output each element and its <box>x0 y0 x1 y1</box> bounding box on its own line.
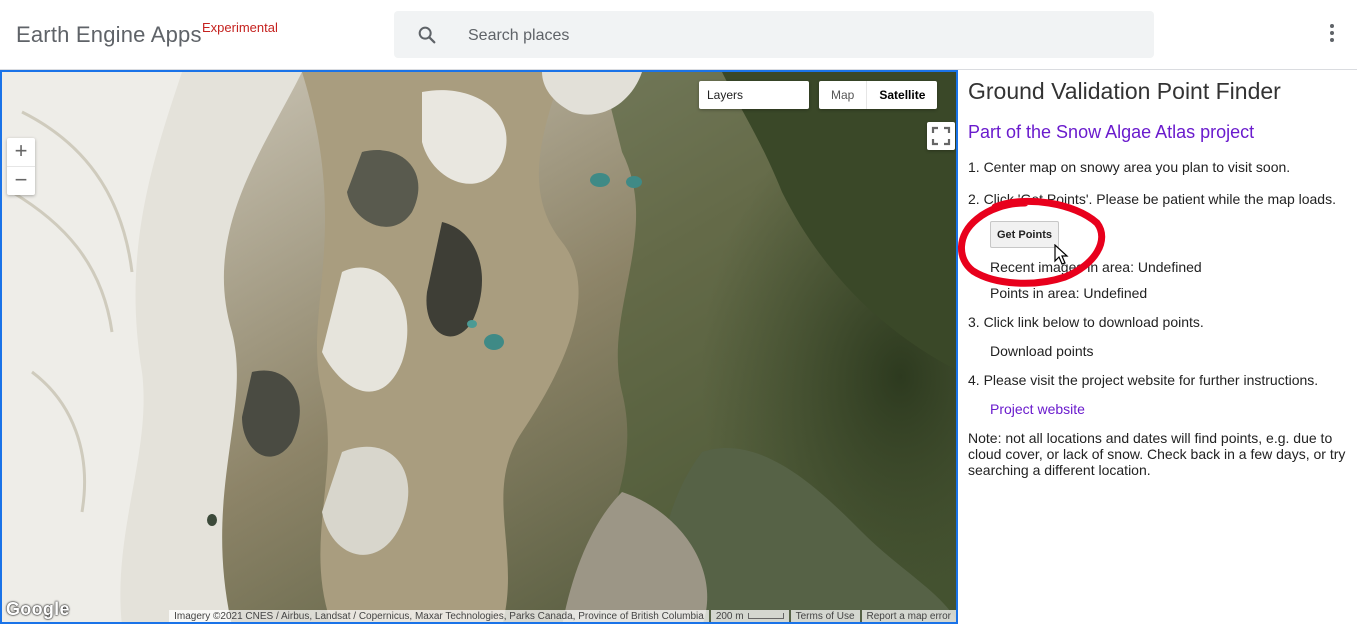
fullscreen-button[interactable] <box>927 122 955 150</box>
recent-images-status: Recent images in area: Undefined <box>990 259 1202 275</box>
more-vert-icon[interactable] <box>1322 24 1342 46</box>
snow-algae-atlas-link[interactable]: Part of the Snow Algae Atlas project <box>968 122 1254 143</box>
search-icon[interactable] <box>416 24 438 46</box>
map-attribution: Imagery ©2021 CNES / Airbus, Landsat / C… <box>167 610 956 622</box>
project-website-link[interactable]: Project website <box>990 401 1085 417</box>
step-3-text: 3. Click link below to download points. <box>968 314 1204 330</box>
side-panel: Ground Validation Point Finder Part of t… <box>960 70 1357 624</box>
layers-dropdown[interactable]: Layers <box>699 81 809 109</box>
experimental-badge: Experimental <box>202 20 278 35</box>
zoom-control: + − <box>7 138 35 195</box>
download-points-link[interactable]: Download points <box>990 343 1094 359</box>
step-2-text: 2. Click 'Get Points'. Please be patient… <box>968 191 1336 207</box>
zoom-out-button[interactable]: − <box>7 167 35 195</box>
note-text: Note: not all locations and dates will f… <box>968 430 1346 478</box>
report-map-error-link[interactable]: Report a map error <box>861 610 956 622</box>
points-in-area-status: Points in area: Undefined <box>990 285 1148 301</box>
fullscreen-icon <box>931 126 951 146</box>
scale-label: 200 m <box>715 611 744 622</box>
step-1-text: 1. Center map on snowy area you plan to … <box>968 159 1291 175</box>
app-brand[interactable]: Earth Engine Apps <box>16 22 202 48</box>
scale-indicator[interactable]: 200 m <box>710 610 789 622</box>
get-points-button[interactable]: Get Points <box>990 221 1059 248</box>
satellite-imagery[interactable] <box>2 72 958 624</box>
zoom-in-button[interactable]: + <box>7 138 35 167</box>
terms-of-use-link[interactable]: Terms of Use <box>790 610 860 622</box>
imagery-attribution: Imagery ©2021 CNES / Airbus, Landsat / C… <box>169 610 709 622</box>
search-input[interactable] <box>466 11 1130 60</box>
map-type-satellite-button[interactable]: Satellite <box>867 81 937 109</box>
app-header: Earth Engine Apps Experimental <box>0 0 1357 70</box>
map-type-map-button[interactable]: Map <box>819 81 868 109</box>
panel-title: Ground Validation Point Finder <box>968 78 1281 104</box>
map-type-toggle: Map Satellite <box>819 81 938 109</box>
map-view[interactable]: Layers Map Satellite + − Google Imagery … <box>0 70 958 624</box>
step-4-text: 4. Please visit the project website for … <box>968 372 1319 388</box>
search-bar[interactable] <box>394 11 1154 60</box>
scale-bar <box>747 613 784 620</box>
google-logo: Google <box>6 599 70 619</box>
